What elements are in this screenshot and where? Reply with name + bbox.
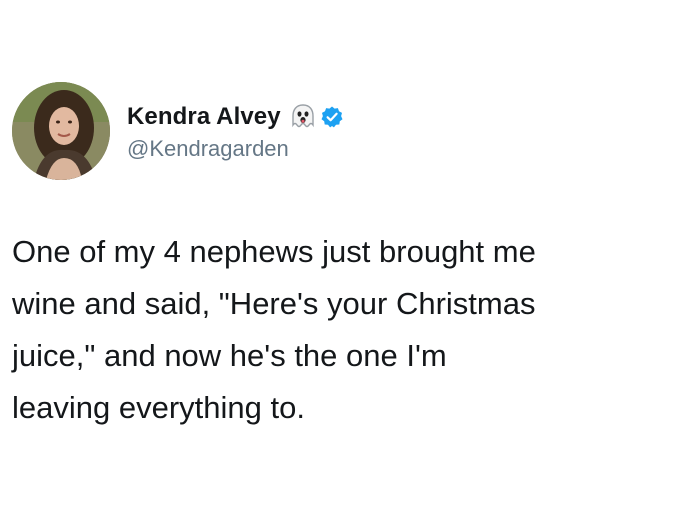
tweet-card: Kendra Alvey @Kendragarden One of my 4 n… <box>0 0 700 513</box>
avatar[interactable] <box>12 82 110 180</box>
tweet-text: One of my 4 nephews just brought me wine … <box>12 226 688 434</box>
author-display-name[interactable]: Kendra Alvey <box>127 103 281 131</box>
avatar-photo <box>12 82 110 180</box>
tweet-text-line: juice," and now he's the one I'm <box>12 338 447 373</box>
verified-badge-icon <box>320 105 344 129</box>
tweet-text-line: wine and said, "Here's your Christmas <box>12 286 536 321</box>
tweet-text-line: One of my 4 nephews just brought me <box>12 234 536 269</box>
ghost-icon <box>290 103 316 131</box>
tweet-header: Kendra Alvey @Kendragarden <box>12 82 344 180</box>
author-info: Kendra Alvey @Kendragarden <box>127 100 344 162</box>
tweet-text-line: leaving everything to. <box>12 390 305 425</box>
author-name-row: Kendra Alvey <box>127 100 344 134</box>
author-handle[interactable]: @Kendragarden <box>127 136 344 162</box>
